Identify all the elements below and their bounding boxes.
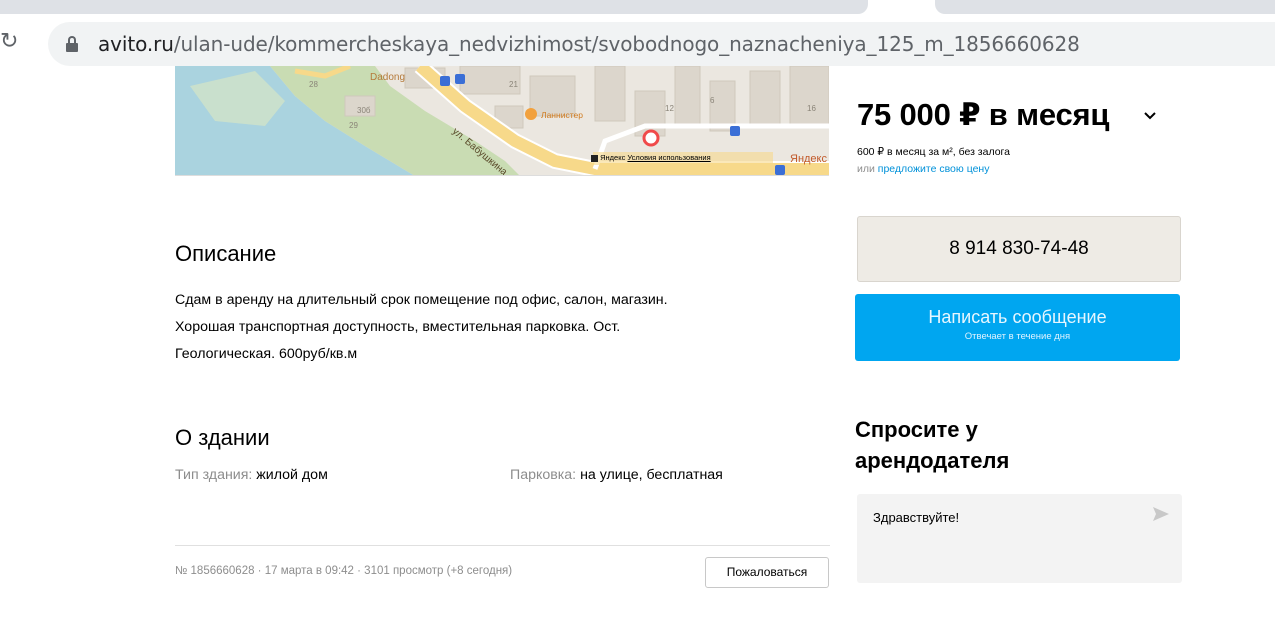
building-type: Тип здания: жилой дом (175, 467, 328, 483)
url-path: /ulan-ude/kommercheskaya_nedvizhimost/sv… (173, 32, 1080, 56)
map-label: 16 (807, 104, 816, 113)
map-label: 6 (710, 96, 715, 105)
url-text[interactable]: avito.ru/ulan-ude/kommercheskaya_nedvizh… (98, 31, 1080, 57)
map-label: 21 (509, 80, 518, 89)
description-title: Описание (175, 241, 277, 266)
write-message-label: Написать сообщение (928, 307, 1107, 327)
report-button[interactable]: Пожаловаться (705, 557, 829, 588)
browser-tab[interactable] (0, 0, 868, 14)
reload-icon[interactable]: ↻ (0, 28, 22, 56)
listing-meta: № 1856660628 · 17 марта в 09:42 · 3101 п… (175, 565, 513, 577)
map-label: 28 (309, 80, 318, 89)
map-label: 30б (357, 106, 371, 115)
divider (175, 545, 830, 546)
map-terms-link[interactable]: Условия использования (627, 153, 710, 162)
map-label: 29 (349, 121, 358, 130)
yandex-logo-icon (591, 154, 598, 162)
parking-label: Парковка: (510, 467, 577, 483)
description-line: Сдам в аренду на длительный срок помещен… (175, 292, 668, 308)
description-line: Геологическая. 600руб/кв.м (175, 346, 358, 362)
write-message-button[interactable]: Написать сообщение Отвечает в течение дн… (855, 294, 1180, 361)
ask-seller-input[interactable] (857, 494, 1182, 583)
building-title: О здании (175, 425, 270, 450)
ask-seller-text[interactable]: Здравствуйте! (873, 510, 959, 525)
lock-icon[interactable] (66, 36, 78, 52)
response-time: Отвечает в течение дня (964, 331, 1071, 342)
send-icon[interactable] (1152, 506, 1170, 522)
map-canvas (175, 66, 829, 175)
show-phone-button[interactable]: 8 914 830-74-48 (857, 216, 1181, 282)
parking-value: на улице, бесплатная (580, 467, 723, 483)
building-type-value: жилой дом (256, 467, 328, 483)
description-line: Хорошая транспортная доступность, вмести… (175, 319, 621, 335)
browser-tab[interactable] (935, 0, 1275, 14)
attribution-yandex: Яндекс (600, 153, 626, 162)
offer-prefix: или (857, 163, 875, 175)
building-type-label: Тип здания: (175, 467, 253, 483)
price: 75 000 ₽ в месяц (857, 97, 1110, 132)
location-map[interactable]: Dadong 28 30б 29 21 12 6 16 Ланнистер ул… (175, 66, 829, 176)
map-label: Dadong (370, 72, 406, 83)
description-text: Сдам в аренду на длительный срок помещен… (175, 287, 795, 368)
parking: Парковка: на улице, бесплатная (510, 467, 723, 483)
chevron-down-icon[interactable] (1143, 103, 1157, 126)
map-watermark: Яндекс (790, 153, 827, 165)
map-label: 12 (665, 104, 674, 113)
map-label: Ланнистер (541, 110, 583, 120)
map-attribution: Яндекс Условия использования (591, 153, 711, 162)
ask-seller-title: Спросите у арендодателя (855, 417, 1010, 473)
tab-strip (0, 0, 1275, 16)
offer-price-link[interactable]: предложите свою цену (878, 163, 990, 175)
price-per-meter: 600 ₽ в месяц за м², без залога (857, 146, 1010, 158)
url-host: avito.ru (98, 32, 174, 56)
price-offer-line: или предложите свою цену (857, 163, 989, 175)
